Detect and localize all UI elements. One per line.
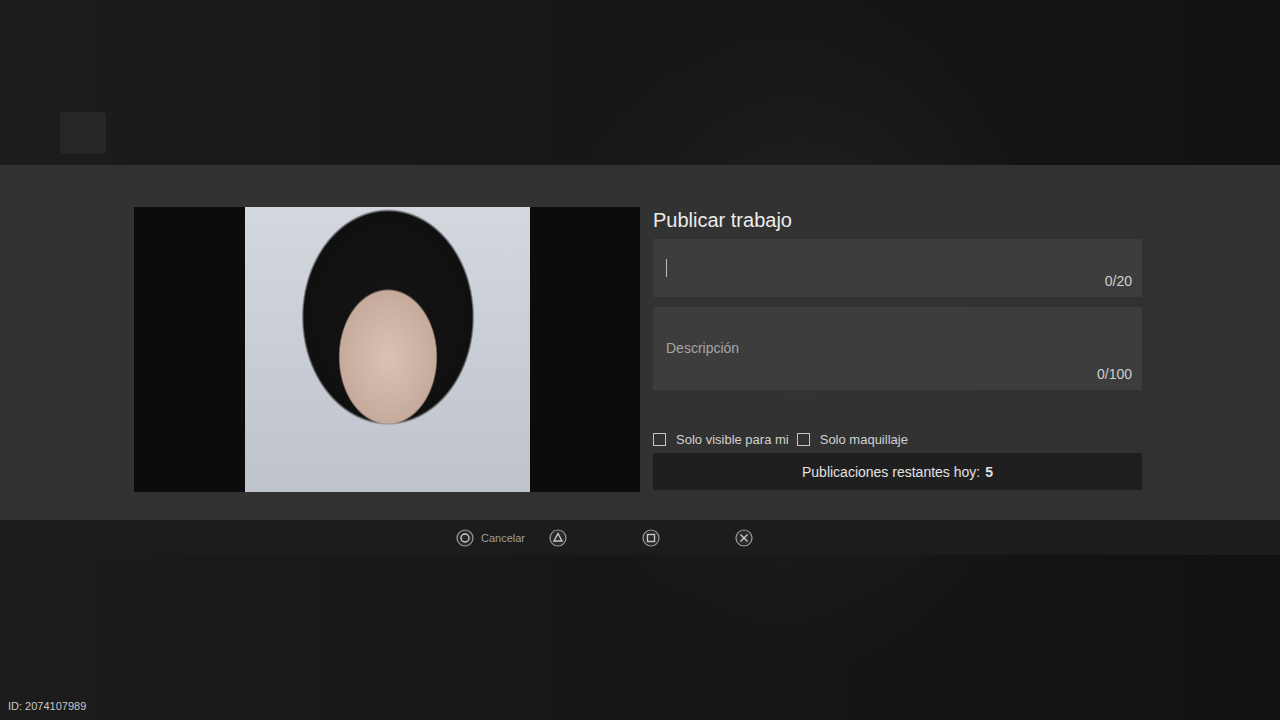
cross-icon bbox=[735, 529, 753, 547]
button-bar: Cancelar bbox=[0, 520, 1280, 555]
remaining-count: 5 bbox=[985, 464, 993, 480]
publish-form: Publicar trabajo 0/20 Descripción 0/100 Solo… bbox=[653, 207, 1142, 490]
circle-button[interactable]: Cancelar bbox=[456, 529, 549, 547]
char-counter: 0/100 bbox=[1097, 366, 1132, 382]
square-icon bbox=[642, 529, 660, 547]
checkbox-icon[interactable] bbox=[797, 433, 810, 446]
user-id: ID: 2074107989 bbox=[8, 700, 86, 712]
remaining-posts-bar[interactable]: Publicaciones restantes hoy: 5 bbox=[653, 453, 1142, 490]
footer-area: ID: 2074107989 bbox=[0, 555, 1280, 720]
dialog-title: Publicar trabajo bbox=[653, 207, 1142, 233]
title-input[interactable]: 0/20 bbox=[653, 239, 1142, 297]
remaining-label: Publicaciones restantes hoy: bbox=[802, 464, 980, 480]
char-counter: 0/20 bbox=[1105, 273, 1132, 289]
preview-panel bbox=[134, 207, 640, 492]
triangle-icon bbox=[549, 529, 567, 547]
checkbox-icon[interactable] bbox=[653, 433, 666, 446]
publish-screen: Publicar trabajo 0/20 Descripción 0/100 Solo… bbox=[0, 0, 1280, 720]
option-checkbox[interactable]: Solo visible para mi bbox=[653, 432, 789, 447]
triangle-button[interactable] bbox=[549, 529, 642, 547]
option-checkbox[interactable]: Solo maquillaje bbox=[797, 432, 908, 447]
description-input[interactable]: Descripción 0/100 bbox=[653, 307, 1142, 390]
portrait-image bbox=[245, 207, 530, 492]
publish-dialog: Publicar trabajo 0/20 Descripción 0/100 Solo… bbox=[0, 165, 1280, 520]
button-label: Cancelar bbox=[481, 532, 525, 544]
header-area bbox=[0, 0, 1280, 165]
checkbox-label: Solo maquillaje bbox=[820, 432, 908, 447]
text-caret bbox=[666, 259, 667, 277]
input-placeholder: Descripción bbox=[666, 340, 739, 356]
circle-icon bbox=[456, 529, 474, 547]
back-icon[interactable] bbox=[60, 112, 106, 154]
square-button[interactable] bbox=[642, 529, 735, 547]
option-row: Solo visible para mi Solo maquillaje bbox=[653, 431, 1142, 447]
cross-button[interactable] bbox=[735, 529, 828, 547]
checkbox-label: Solo visible para mi bbox=[676, 432, 789, 447]
